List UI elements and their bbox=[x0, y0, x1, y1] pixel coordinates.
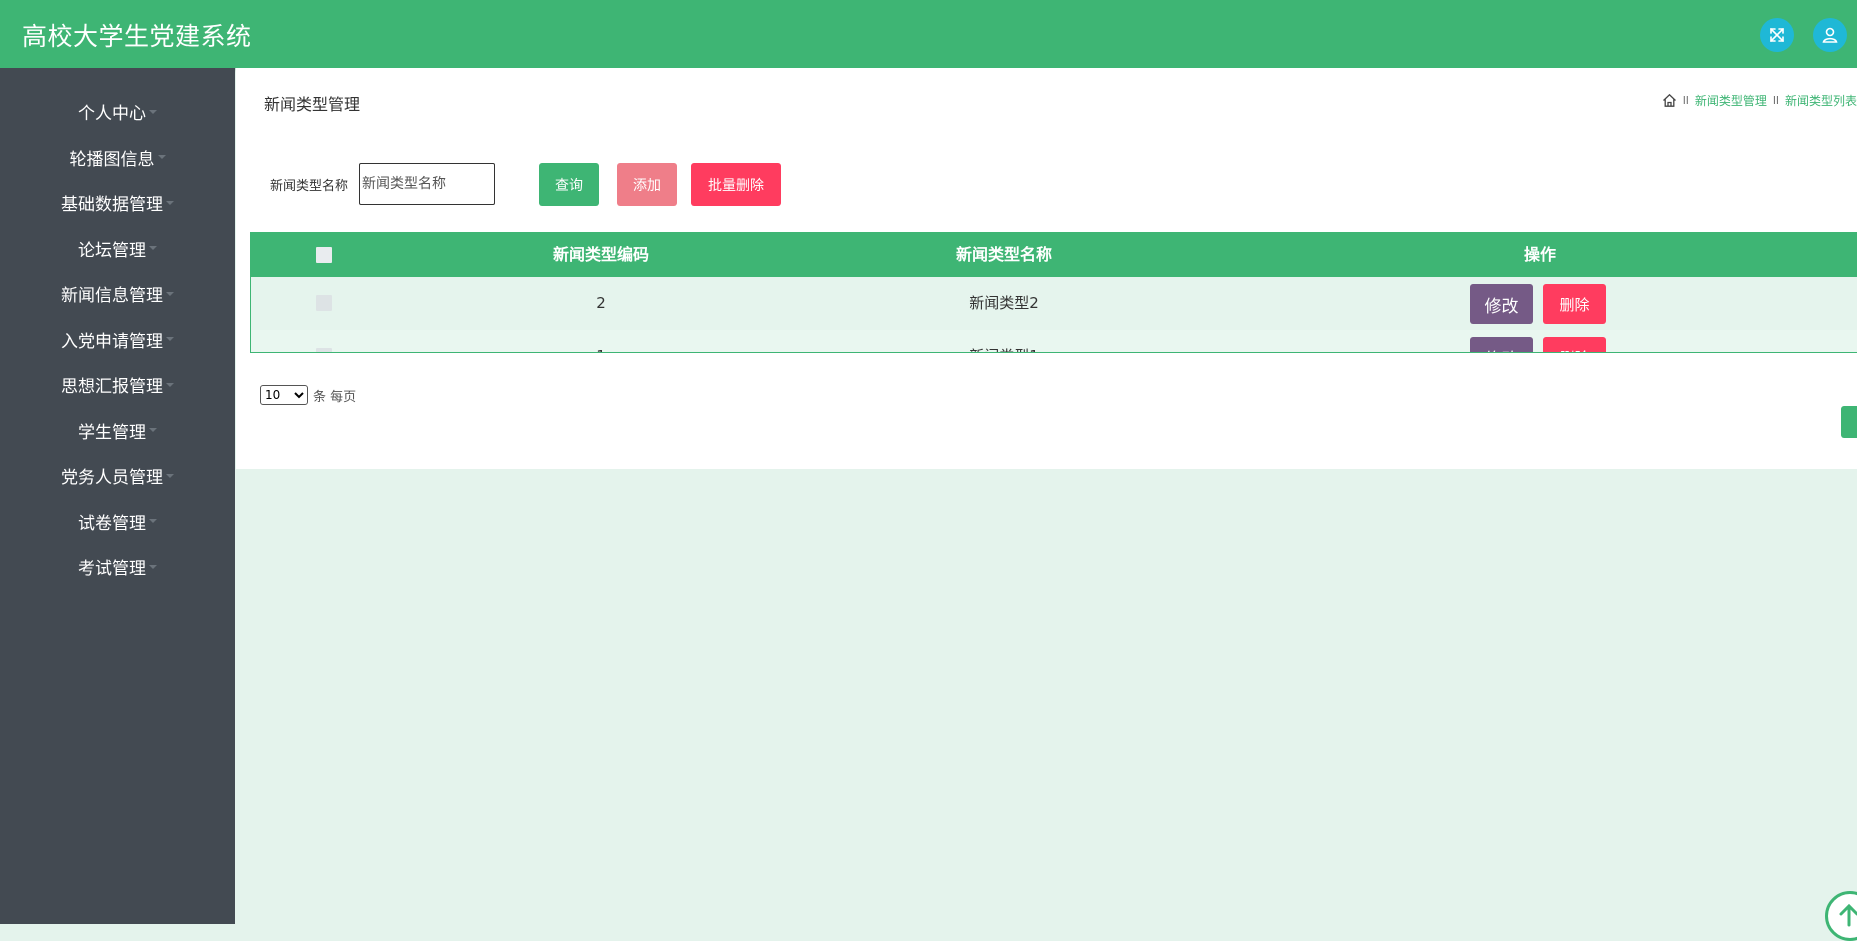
sidebar-item-label: 考试管理 bbox=[78, 559, 146, 580]
data-table: 新闻类型编码 新闻类型名称 操作 2 新闻类型2 修改 删除 1 新闻类型1 修… bbox=[250, 232, 1857, 353]
cell-code: 2 bbox=[596, 294, 606, 312]
sidebar-item-label: 基础数据管理 bbox=[61, 195, 163, 216]
sidebar-item-label: 个人中心 bbox=[78, 104, 146, 125]
caret-down-icon bbox=[166, 291, 174, 296]
sidebar-item-label: 学生管理 bbox=[78, 422, 146, 443]
batch-delete-button[interactable]: 批量删除 bbox=[691, 163, 781, 206]
row-checkbox[interactable] bbox=[316, 295, 332, 311]
sidebar-item-news[interactable]: 新闻信息管理 bbox=[0, 271, 235, 317]
page-size-control: 10 条 每页 bbox=[260, 385, 356, 405]
column-header-code: 新闻类型编码 bbox=[552, 245, 650, 264]
delete-button[interactable]: 删除 bbox=[1543, 337, 1606, 352]
breadcrumb-item[interactable]: 新闻类型列表 bbox=[1785, 92, 1857, 109]
content-panel: 新闻类型管理 ll 新闻类型管理 ll 新闻类型列表 新闻类型名称 查询 添加 … bbox=[236, 68, 1857, 469]
cell-name: 新闻类型1 bbox=[969, 330, 1039, 352]
breadcrumb-separator: ll bbox=[1682, 94, 1689, 107]
caret-down-icon bbox=[149, 246, 157, 251]
delete-button[interactable]: 删除 bbox=[1543, 284, 1606, 324]
breadcrumb-item[interactable]: 新闻类型管理 bbox=[1695, 92, 1767, 109]
cell-name: 新闻类型2 bbox=[969, 294, 1039, 312]
scroll-to-top-button[interactable] bbox=[1825, 891, 1857, 941]
fullscreen-icon bbox=[1770, 28, 1784, 42]
fullscreen-button[interactable] bbox=[1760, 18, 1794, 52]
add-button[interactable]: 添加 bbox=[617, 163, 677, 206]
sidebar-item-students[interactable]: 学生管理 bbox=[0, 408, 235, 454]
breadcrumb: ll 新闻类型管理 ll 新闻类型列表 bbox=[1662, 92, 1857, 109]
user-icon bbox=[1822, 27, 1838, 43]
sidebar-item-basic-data[interactable]: 基础数据管理 bbox=[0, 180, 235, 226]
sidebar-item-thought-report[interactable]: 思想汇报管理 bbox=[0, 362, 235, 408]
row-checkbox[interactable] bbox=[316, 348, 332, 352]
query-button[interactable]: 查询 bbox=[539, 163, 599, 206]
edit-button[interactable]: 修改 bbox=[1470, 284, 1533, 324]
sidebar-item-party-staff[interactable]: 党务人员管理 bbox=[0, 453, 235, 499]
column-header-name: 新闻类型名称 bbox=[955, 245, 1053, 264]
sidebar-item-carousel[interactable]: 轮播图信息 bbox=[0, 135, 235, 181]
column-header-actions: 操作 bbox=[1523, 245, 1557, 264]
sidebar-item-party-application[interactable]: 入党申请管理 bbox=[0, 317, 235, 363]
caret-down-icon bbox=[166, 200, 174, 205]
caret-down-icon bbox=[166, 473, 174, 478]
cell-code: 1 bbox=[596, 330, 606, 352]
caret-down-icon bbox=[149, 519, 157, 524]
caret-down-icon bbox=[166, 337, 174, 342]
sidebar-item-forum[interactable]: 论坛管理 bbox=[0, 226, 235, 272]
arrow-up-icon bbox=[1839, 903, 1857, 927]
page-size-select[interactable]: 10 bbox=[260, 385, 308, 405]
sidebar-item-label: 党务人员管理 bbox=[61, 468, 163, 489]
edit-button[interactable]: 修改 bbox=[1470, 337, 1533, 352]
sidebar-item-label: 试卷管理 bbox=[78, 513, 146, 534]
caret-down-icon bbox=[149, 564, 157, 569]
page-title: 新闻类型管理 bbox=[264, 95, 361, 114]
table-row: 1 新闻类型1 修改 删除 bbox=[251, 330, 1857, 352]
select-all-checkbox[interactable] bbox=[316, 247, 332, 263]
sidebar-item-papers[interactable]: 试卷管理 bbox=[0, 499, 235, 545]
page-size-suffix: 条 每页 bbox=[313, 389, 357, 405]
sidebar-item-label: 新闻信息管理 bbox=[61, 286, 163, 307]
breadcrumb-separator: ll bbox=[1772, 94, 1779, 107]
sidebar-item-exams[interactable]: 考试管理 bbox=[0, 544, 235, 590]
caret-down-icon bbox=[166, 382, 174, 387]
table-row: 2 新闻类型2 修改 删除 bbox=[251, 277, 1857, 330]
sidebar-item-label: 轮播图信息 bbox=[69, 149, 155, 170]
caret-down-icon bbox=[149, 109, 157, 114]
caret-down-icon bbox=[157, 155, 166, 160]
caret-down-icon bbox=[149, 428, 157, 433]
table-header: 新闻类型编码 新闻类型名称 操作 bbox=[251, 233, 1857, 277]
home-icon[interactable] bbox=[1662, 93, 1677, 108]
sidebar-item-personal-center[interactable]: 个人中心 bbox=[0, 89, 235, 135]
sidebar-item-label: 论坛管理 bbox=[78, 240, 146, 261]
sidebar-menu: 个人中心 轮播图信息 基础数据管理 论坛管理 新闻信息管理 入党申请管理 思想汇… bbox=[0, 68, 235, 590]
top-bar: 高校大学生党建系统 bbox=[0, 0, 1857, 68]
sidebar-item-label: 入党申请管理 bbox=[61, 331, 163, 352]
search-label: 新闻类型名称 bbox=[270, 179, 349, 194]
next-page-button[interactable] bbox=[1841, 406, 1857, 438]
app-title: 高校大学生党建系统 bbox=[22, 22, 252, 51]
sidebar-item-label: 思想汇报管理 bbox=[61, 377, 163, 398]
search-input[interactable] bbox=[359, 163, 495, 205]
sidebar: 个人中心 轮播图信息 基础数据管理 论坛管理 新闻信息管理 入党申请管理 思想汇… bbox=[0, 68, 235, 924]
user-menu-button[interactable] bbox=[1813, 18, 1847, 52]
